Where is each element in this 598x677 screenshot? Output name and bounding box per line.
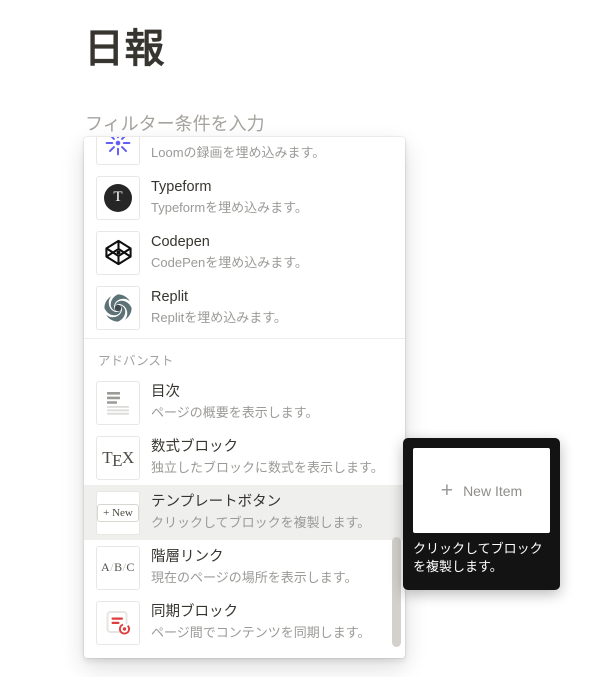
replit-icon [96, 285, 140, 330]
tex-letter-t: T [102, 447, 113, 467]
menu-item-title: Replit [151, 289, 189, 306]
breadcrumb-c: C [126, 560, 135, 574]
menu-item-text: Typeform Typeformを埋め込みます。 [151, 178, 308, 217]
breadcrumb-b: B [114, 560, 123, 574]
menu-item-title: 階層リンク [151, 549, 224, 566]
tex-letter-x: X [122, 447, 134, 467]
menu-item-title: Typeform [151, 179, 212, 196]
menu-item-breadcrumb[interactable]: A/B/C 階層リンク 現在のページの場所を表示します。 [84, 540, 405, 595]
loom-icon [96, 137, 140, 165]
menu-item-desc: ページ間でコンテンツを同期します。 [151, 624, 371, 640]
menu-item-desc: 独立したブロックに数式を表示します。 [151, 459, 384, 475]
menu-item-desc: Loomの録画を埋め込みます。 [151, 144, 326, 160]
menu-item-text: Codepen CodePenを埋め込みます。 [151, 233, 308, 272]
table-of-contents-icon [96, 380, 140, 425]
new-button-icon-mark: + New [97, 503, 139, 522]
menu-item-text: 数式ブロック 独立したブロックに数式を表示します。 [151, 438, 384, 477]
menu-section-heading-advanced: アドバンスト [84, 338, 405, 375]
block-preview-tooltip: + New Item クリックしてブロックを複製します。 [403, 438, 560, 590]
tex-icon: TEX [96, 435, 140, 480]
menu-item-synced-block[interactable]: 同期ブロック ページ間でコンテンツを同期します。 [84, 595, 405, 650]
menu-item-table-of-contents[interactable]: 目次 ページの概要を表示します。 [84, 375, 405, 430]
menu-item-text: 目次 ページの概要を表示します。 [151, 383, 318, 422]
typeform-icon: T [96, 175, 140, 220]
menu-item-desc: CodePenを埋め込みます。 [151, 254, 308, 270]
menu-item-text: テンプレートボタン クリックしてブロックを複製します。 [151, 493, 370, 532]
breadcrumb-a: A [101, 560, 111, 574]
menu-item-codepen[interactable]: Codepen CodePenを埋め込みます。 [84, 225, 405, 280]
menu-scrollbar-track[interactable] [392, 137, 403, 658]
menu-item-desc: Replitを埋め込みます。 [151, 309, 287, 325]
plus-icon: + [440, 479, 454, 502]
menu-item-desc: Typeformを埋め込みます。 [151, 199, 308, 215]
menu-item-text: Loom Loomの録画を埋め込みます。 [151, 137, 325, 162]
menu-scrollbar-thumb[interactable] [392, 537, 401, 647]
page-title: 日報 [84, 27, 165, 71]
new-button-icon: + New [96, 490, 140, 535]
menu-item-equation-block[interactable]: TEX 数式ブロック 独立したブロックに数式を表示します。 [84, 430, 405, 485]
breadcrumb-icon-mark: A/B/C [101, 560, 135, 575]
menu-item-replit[interactable]: Replit Replitを埋め込みます。 [84, 280, 405, 335]
typeform-icon-mark: T [104, 183, 132, 212]
menu-item-text: Replit Replitを埋め込みます。 [151, 288, 287, 327]
menu-item-template-button[interactable]: + New テンプレートボタン クリックしてブロックを複製します。 [84, 485, 405, 540]
menu-item-title: 同期ブロック [151, 604, 238, 621]
sync-block-icon [96, 600, 140, 645]
menu-item-loom[interactable]: Loom Loomの録画を埋め込みます。 [84, 137, 405, 170]
tex-icon-mark: TEX [102, 447, 134, 470]
menu-item-title: テンプレートボタン [151, 494, 282, 511]
menu-item-desc: 現在のページの場所を表示します。 [151, 569, 358, 585]
codepen-icon [96, 230, 140, 275]
block-menu-list: Loom Loomの録画を埋め込みます。 T Typeform Typeform… [84, 137, 405, 650]
preview-thumbnail-label: New Item [463, 482, 523, 499]
menu-item-typeform[interactable]: T Typeform Typeformを埋め込みます。 [84, 170, 405, 225]
menu-item-text: 階層リンク 現在のページの場所を表示します。 [151, 548, 357, 587]
menu-item-title: 目次 [151, 384, 180, 401]
menu-item-title: 数式ブロック [151, 439, 238, 456]
preview-caption: クリックしてブロックを複製します。 [413, 541, 543, 575]
menu-item-text: 同期ブロック ページ間でコンテンツを同期します。 [151, 603, 370, 642]
tex-letter-e: E [112, 450, 122, 470]
preview-thumbnail: + New Item [413, 448, 550, 533]
menu-item-desc: ページの概要を表示します。 [151, 404, 319, 420]
breadcrumb-icon: A/B/C [96, 545, 140, 590]
menu-item-desc: クリックしてブロックを複製します。 [151, 514, 371, 530]
filter-placeholder-text: フィルター条件を入力 [85, 114, 265, 134]
menu-item-title: Loom [151, 137, 325, 143]
block-type-menu[interactable]: Loom Loomの録画を埋め込みます。 T Typeform Typeform… [84, 137, 405, 658]
block-menu-scroll-area[interactable]: Loom Loomの録画を埋め込みます。 T Typeform Typeform… [84, 137, 405, 658]
menu-item-title: Codepen [151, 234, 210, 251]
